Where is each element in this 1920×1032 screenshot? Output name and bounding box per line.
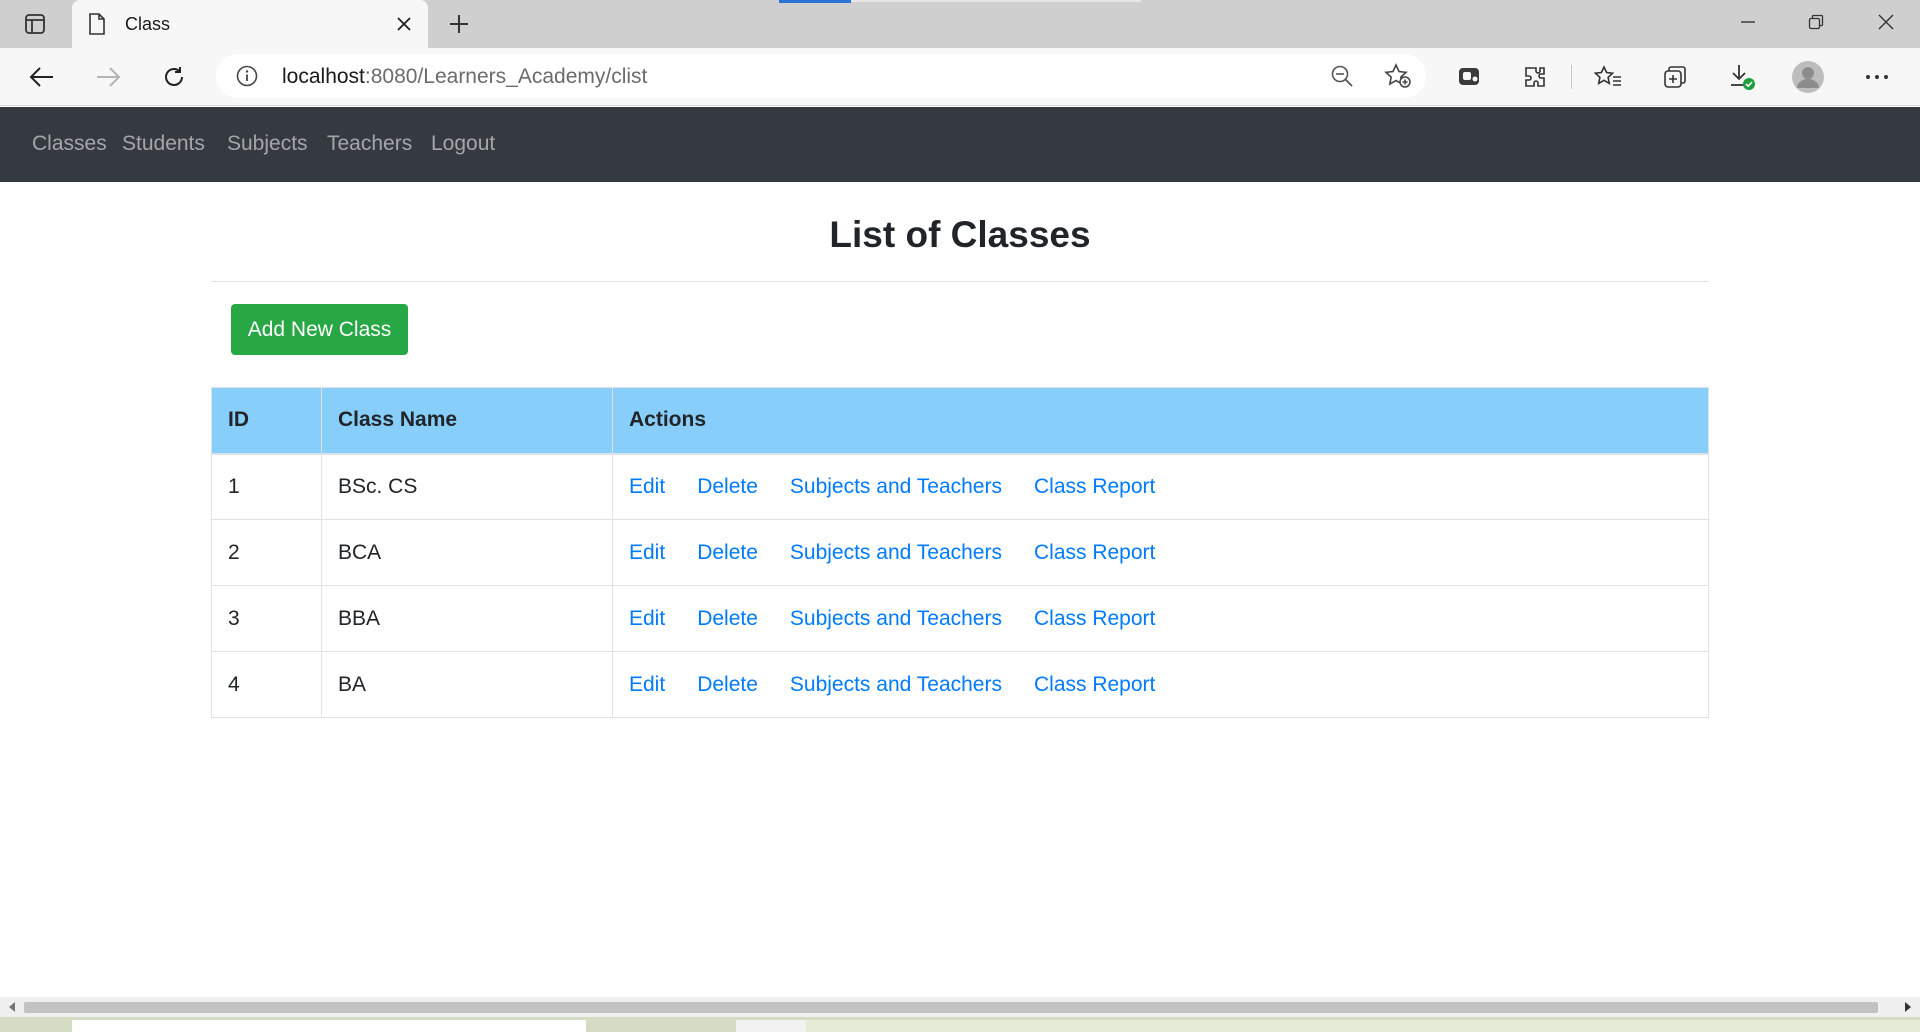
toolbar-divider — [1571, 65, 1572, 89]
cell-actions: Edit Delete Subjects and Teachers Class Rep… — [612, 651, 1709, 718]
delete-link[interactable]: Delete — [697, 475, 758, 498]
scroll-left-icon[interactable] — [6, 1001, 18, 1013]
reader-icon — [1459, 68, 1479, 85]
forward-arrow-icon — [97, 67, 121, 87]
subjects-and-teachers-link[interactable]: Subjects and Teachers — [790, 541, 1002, 564]
add-favorite-icon[interactable] — [1384, 63, 1412, 94]
site-navbar: Classes Students Subjects Teachers Logou… — [0, 107, 1920, 182]
minimize-button[interactable] — [1714, 0, 1782, 44]
nav-teachers[interactable]: Teachers — [327, 132, 412, 156]
settings-menu-button[interactable] — [1857, 58, 1897, 96]
cell-actions: Edit Delete Subjects and Teachers Class Rep… — [612, 453, 1709, 520]
browser-tab-strip: Class — [0, 0, 1920, 48]
cell-class-name: BSc. CS — [321, 453, 613, 520]
table-row: 4 BA Edit Delete Subjects and Teachers Clas… — [211, 651, 1709, 718]
browser-tab[interactable]: Class — [72, 0, 428, 48]
cell-actions: Edit Delete Subjects and Teachers Class Rep… — [612, 585, 1709, 652]
nav-students[interactable]: Students — [122, 132, 205, 156]
class-report-link[interactable]: Class Report — [1034, 607, 1155, 630]
nav-logout[interactable]: Logout — [431, 132, 495, 156]
column-header-class-name: Class Name — [321, 387, 613, 455]
taskbar-strip — [0, 1017, 1920, 1032]
favorites-icon — [1594, 65, 1621, 86]
back-arrow-icon — [29, 67, 53, 87]
cell-id: 2 — [211, 519, 322, 586]
nav-subjects[interactable]: Subjects — [227, 132, 308, 156]
scrollbar-thumb[interactable] — [24, 1002, 1878, 1013]
column-header-id: ID — [211, 387, 322, 455]
address-bar[interactable]: localhost:8080/Learners_Academy/clist — [216, 54, 1426, 98]
restore-icon — [1808, 14, 1824, 30]
cell-id: 3 — [211, 585, 322, 652]
avatar-icon — [1792, 61, 1824, 93]
immersive-reader-button[interactable] — [1450, 58, 1490, 96]
table-row: 1 BSc. CS Edit Delete Subjects and Teacher… — [211, 453, 1709, 520]
title-divider — [211, 281, 1709, 282]
new-tab-button[interactable] — [444, 9, 474, 39]
add-new-class-button[interactable]: Add New Class — [231, 304, 408, 355]
edit-link[interactable]: Edit — [629, 541, 665, 564]
puzzle-icon — [1525, 67, 1545, 87]
subjects-and-teachers-link[interactable]: Subjects and Teachers — [790, 673, 1002, 696]
zoom-out-icon[interactable] — [1330, 64, 1354, 93]
extensions-button[interactable] — [1515, 58, 1555, 96]
table-row: 3 BBA Edit Delete Subjects and Teachers Cla… — [211, 585, 1709, 652]
tab-title: Class — [125, 14, 171, 34]
close-tab-icon[interactable] — [394, 14, 414, 34]
restore-button[interactable] — [1782, 0, 1850, 44]
scroll-right-icon[interactable] — [1902, 1001, 1914, 1013]
subjects-and-teachers-link[interactable]: Subjects and Teachers — [790, 475, 1002, 498]
more-icon — [1866, 75, 1888, 79]
tab-loading-track — [851, 0, 1141, 2]
refresh-icon — [165, 67, 183, 86]
downloads-button[interactable] — [1722, 58, 1762, 96]
forward-button[interactable] — [88, 58, 128, 96]
download-icon — [1731, 65, 1755, 90]
collections-button[interactable] — [1655, 58, 1695, 96]
back-button[interactable] — [22, 58, 62, 96]
class-report-link[interactable]: Class Report — [1034, 541, 1155, 564]
table-header-row: ID Class Name Actions — [211, 387, 1709, 455]
info-icon[interactable] — [236, 65, 258, 92]
horizontal-scrollbar[interactable] — [0, 997, 1920, 1017]
edit-link[interactable]: Edit — [629, 673, 665, 696]
url-host: localhost — [282, 65, 365, 88]
refresh-button[interactable] — [154, 58, 194, 96]
edit-link[interactable]: Edit — [629, 607, 665, 630]
address-url[interactable]: localhost:8080/Learners_Academy/clist — [282, 65, 647, 89]
tab-actions-button[interactable] — [17, 9, 53, 39]
plus-icon — [450, 15, 468, 33]
cell-id: 4 — [211, 651, 322, 718]
cell-class-name: BA — [321, 651, 613, 718]
close-window-button[interactable] — [1852, 0, 1920, 44]
class-report-link[interactable]: Class Report — [1034, 475, 1155, 498]
table-row: 2 BCA Edit Delete Subjects and Teachers Cla… — [211, 519, 1709, 586]
cell-actions: Edit Delete Subjects and Teachers Class Rep… — [612, 519, 1709, 586]
delete-link[interactable]: Delete — [697, 541, 758, 564]
cell-class-name: BCA — [321, 519, 613, 586]
subjects-and-teachers-link[interactable]: Subjects and Teachers — [790, 607, 1002, 630]
class-report-link[interactable]: Class Report — [1034, 673, 1155, 696]
favorites-button[interactable] — [1588, 58, 1628, 96]
collections-icon — [1664, 66, 1686, 88]
cell-id: 1 — [211, 453, 322, 520]
page-title: List of Classes — [829, 214, 1091, 255]
close-icon — [1878, 14, 1894, 30]
profile-button[interactable] — [1788, 58, 1828, 96]
delete-link[interactable]: Delete — [697, 673, 758, 696]
column-header-actions: Actions — [612, 387, 1709, 455]
browser-toolbar: localhost:8080/Learners_Academy/clist — [0, 48, 1920, 106]
cell-class-name: BBA — [321, 585, 613, 652]
url-path: :8080/Learners_Academy/clist — [364, 65, 648, 88]
nav-classes[interactable]: Classes — [32, 132, 107, 156]
tab-loading-indicator — [779, 0, 851, 3]
page-icon — [88, 13, 106, 40]
tab-actions-icon — [25, 14, 45, 34]
delete-link[interactable]: Delete — [697, 607, 758, 630]
classes-table: ID Class Name Actions 1 BSc. CS Edit Dele… — [211, 387, 1709, 718]
edit-link[interactable]: Edit — [629, 475, 665, 498]
minimize-icon — [1741, 21, 1755, 23]
